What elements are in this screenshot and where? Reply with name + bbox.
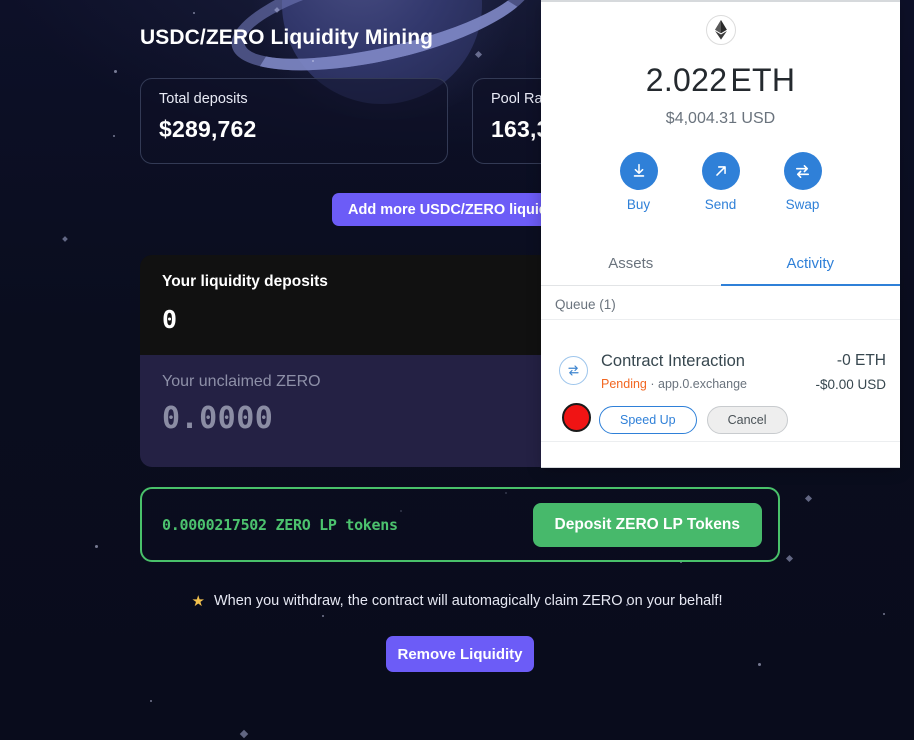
transaction-origin: app.0.exchange xyxy=(658,377,747,391)
transaction-buttons: Speed Up Cancel xyxy=(599,406,788,434)
buy-action-button[interactable]: Buy xyxy=(619,152,658,212)
queue-header: Queue (1) xyxy=(541,290,900,320)
wallet-balance-amount: 2.022 xyxy=(645,62,728,98)
swap-arrows-icon xyxy=(783,152,822,190)
wallet-tabs: Assets Activity xyxy=(541,242,900,286)
cancel-transaction-button[interactable]: Cancel xyxy=(706,406,788,434)
stat-label: Total deposits xyxy=(159,91,248,107)
stat-card-total-deposits: Total deposits $289,762 xyxy=(140,78,448,164)
stat-value: $289,762 xyxy=(159,116,257,142)
transaction-separator: · xyxy=(650,377,655,391)
wallet-balance-unit: ETH xyxy=(730,62,796,98)
wallet-fiat-balance: $4,004.31 USD xyxy=(665,110,776,127)
swap-arrows-glyph xyxy=(795,164,810,178)
wallet-balance: 2.022ETH xyxy=(541,62,900,99)
deposit-lp-tokens-button[interactable]: Deposit ZERO LP Tokens xyxy=(532,502,762,547)
page-title: USDC/ZERO Liquidity Mining xyxy=(140,26,434,49)
ethereum-icon xyxy=(705,15,736,45)
diagonal-arrow-glyph xyxy=(715,166,726,176)
speed-up-button[interactable]: Speed Up xyxy=(599,406,697,434)
swap-arrows-glyph xyxy=(568,365,579,376)
transaction-row[interactable]: Contract Interaction Pending · app.0.exc… xyxy=(541,334,900,442)
lp-token-amount: 0.0000217502 ZERO LP tokens xyxy=(162,515,398,534)
transaction-fiat-amount: -$0.00 USD xyxy=(815,377,886,392)
download-arrow-icon xyxy=(619,152,658,190)
click-marker xyxy=(562,403,591,432)
lp-tokens-box: 0.0000217502 ZERO LP tokens Deposit ZERO… xyxy=(140,487,780,562)
wallet-actions: Buy Send Swap xyxy=(541,152,900,212)
transaction-status: Pending xyxy=(601,377,647,391)
transaction-title: Contract Interaction xyxy=(601,352,745,370)
buy-action-label: Buy xyxy=(626,197,651,212)
tab-assets[interactable]: Assets xyxy=(541,242,721,286)
ethereum-glyph xyxy=(714,20,727,40)
swap-action-button[interactable]: Swap xyxy=(783,152,822,212)
diagonal-arrow-icon xyxy=(701,152,740,190)
download-arrow-glyph xyxy=(633,163,644,177)
send-action-button[interactable]: Send xyxy=(701,152,740,212)
hint-text: When you withdraw, the contract will aut… xyxy=(213,593,723,609)
swap-action-label: Swap xyxy=(785,197,820,212)
wallet-popup: 2.022ETH $4,004.31 USD Buy Send Swap Ass… xyxy=(541,0,900,468)
send-action-label: Send xyxy=(704,197,737,212)
transaction-subtitle: Pending · app.0.exchange xyxy=(601,377,747,391)
transaction-amount: -0 ETH xyxy=(836,352,886,369)
withdraw-hint: ★ When you withdraw, the contract will a… xyxy=(0,592,914,610)
tab-activity[interactable]: Activity xyxy=(720,242,900,286)
swap-arrows-icon xyxy=(559,356,588,385)
remove-liquidity-button[interactable]: Remove Liquidity xyxy=(386,636,534,672)
star-icon: ★ xyxy=(191,593,205,610)
